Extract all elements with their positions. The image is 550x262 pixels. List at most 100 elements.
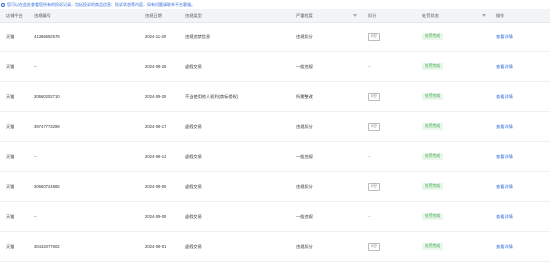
- cell-appeal: 处罚完成: [422, 172, 444, 201]
- cell-points: 0分: [368, 112, 380, 141]
- cell-severity: 违规扣分: [296, 183, 313, 189]
- cell-order-no: 30442077602: [34, 244, 60, 249]
- cell-platform: 天猫: [6, 213, 15, 219]
- cell-order-no: --: [34, 154, 37, 159]
- status-badge: 处罚完成: [422, 63, 444, 70]
- cell-date: 2024-09-09: [145, 214, 167, 219]
- cell-severity: 一般违规: [296, 63, 313, 69]
- table-row: 天猫 -- 2024-09-13 虚假交易 一般违规 -- 处罚完成 查看详情: [0, 142, 550, 172]
- column-header-order-no: 违规编号: [34, 12, 51, 18]
- view-details-link[interactable]: 查看详情: [496, 34, 513, 40]
- cell-points: 0分: [368, 22, 380, 51]
- cell-points: 0分: [368, 82, 380, 111]
- status-badge: 处罚完成: [422, 93, 444, 100]
- column-header-points: 扣分: [368, 12, 377, 18]
- table-row: 天猫 39747773299 2024-09-17 虚假交易 违规扣分 0分 处…: [0, 112, 550, 142]
- status-badge: 处罚完成: [422, 243, 444, 250]
- info-icon: [1, 2, 5, 7]
- cell-action: 查看详情: [496, 22, 513, 51]
- cell-severity: 所需整改: [296, 93, 313, 99]
- cell-order-no: --: [34, 64, 37, 69]
- cell-action: 查看详情: [496, 202, 513, 231]
- status-badge: 处罚完成: [422, 153, 444, 160]
- cell-date: 2024-09-13: [145, 154, 167, 159]
- cell-action: 查看详情: [496, 172, 513, 201]
- cell-severity: 违规扣分: [296, 123, 313, 129]
- view-details-link[interactable]: 查看详情: [496, 94, 513, 100]
- cell-severity: 一般违规: [296, 213, 313, 219]
- cell-action: 查看详情: [496, 112, 513, 141]
- points-badge: 0分: [368, 122, 380, 131]
- points-badge: 0分: [368, 32, 380, 41]
- cell-type: 虚假交易: [185, 183, 202, 189]
- cell-type: 违规违禁信息: [185, 33, 211, 39]
- table-header: 店铺平台 违规编号 违规日期 违规类型 严重程度 扣分 处罚状态 操作: [0, 9, 550, 23]
- cell-type: 虚假交易: [185, 243, 202, 249]
- cell-date: 2024-11-20: [145, 34, 167, 39]
- cell-type: 不当使用他人权利(商标侵权): [185, 93, 239, 99]
- view-details-link[interactable]: 查看详情: [496, 64, 513, 70]
- cell-platform: 天猫: [6, 123, 15, 129]
- points-badge: --: [368, 214, 371, 219]
- table-row: 天猫 41386692579 2024-11-20 违规违禁信息 违规扣分 0分…: [0, 22, 550, 52]
- view-details-link[interactable]: 查看详情: [496, 184, 513, 190]
- cell-platform: 天猫: [6, 183, 15, 189]
- cell-points: --: [368, 142, 371, 171]
- points-badge: 0分: [368, 182, 380, 191]
- cell-points: 0分: [368, 172, 380, 201]
- cell-appeal: 处罚完成: [422, 52, 444, 81]
- points-badge: --: [368, 154, 371, 159]
- cell-points: --: [368, 52, 371, 81]
- cell-points: 0分: [368, 232, 380, 261]
- table-row: 天猫 30660724865 2024-09-09 虚假交易 违规扣分 0分 处…: [0, 172, 550, 202]
- cell-type: 虚假交易: [185, 123, 202, 129]
- status-badge: 处罚完成: [422, 213, 444, 220]
- appeal-filter-icon[interactable]: [482, 13, 486, 17]
- cell-order-no: --: [34, 214, 37, 219]
- column-header-appeal: 处罚状态: [422, 12, 439, 18]
- status-badge: 处罚完成: [422, 123, 444, 130]
- column-header-severity: 严重程度: [296, 12, 313, 18]
- cell-order-no: 41386692579: [34, 34, 60, 39]
- cell-appeal: 处罚完成: [422, 22, 444, 51]
- cell-appeal: 处罚完成: [422, 232, 444, 261]
- points-badge: --: [368, 64, 371, 69]
- cell-action: 查看详情: [496, 142, 513, 171]
- points-badge: 0分: [368, 92, 380, 101]
- cell-order-no: 30660202710: [34, 94, 60, 99]
- view-details-link[interactable]: 查看详情: [496, 244, 513, 250]
- cell-type: 虚假交易: [185, 153, 202, 159]
- cell-appeal: 处罚完成: [422, 112, 444, 141]
- cell-type: 虚假交易: [185, 63, 202, 69]
- cell-platform: 天猫: [6, 153, 15, 159]
- cell-date: 2024-09-26: [145, 64, 167, 69]
- cell-platform: 天猫: [6, 93, 15, 99]
- points-badge: 0分: [368, 242, 380, 251]
- cell-severity: 违规扣分: [296, 243, 313, 249]
- view-details-link[interactable]: 查看详情: [496, 154, 513, 160]
- view-details-link[interactable]: 查看详情: [496, 124, 513, 130]
- cell-severity: 违规扣分: [296, 33, 313, 39]
- table-row: 天猫 -- 2024-09-09 虚假交易 一般违规 -- 处罚完成 查看详情: [0, 202, 550, 232]
- table-row: 天猫 -- 2024-09-26 虚假交易 一般违规 -- 处罚完成 查看详情: [0, 52, 550, 82]
- status-badge: 处罚完成: [422, 183, 444, 190]
- column-header-action: 操作: [496, 12, 505, 18]
- cell-order-no: 39747773299: [34, 124, 60, 129]
- cell-action: 查看详情: [496, 232, 513, 261]
- column-header-date: 违规日期: [145, 12, 162, 18]
- cell-order-no: 30660724865: [34, 184, 60, 189]
- cell-type: 虚假交易: [185, 213, 202, 219]
- notice-text: 您可以在此处查看您所有的投诉记录，包括投诉的商品信息、投诉状态等内容，如有问题请…: [7, 1, 195, 7]
- severity-filter-icon[interactable]: [353, 13, 357, 17]
- cell-appeal: 处罚完成: [422, 142, 444, 171]
- cell-platform: 天猫: [6, 63, 15, 69]
- table-body: 天猫 41386692579 2024-11-20 违规违禁信息 违规扣分 0分…: [0, 22, 550, 262]
- cell-points: --: [368, 202, 371, 231]
- cell-date: 2024-09-09: [145, 184, 167, 189]
- table-row: 天猫 30660202710 2024-09-25 不当使用他人权利(商标侵权)…: [0, 82, 550, 112]
- cell-action: 查看详情: [496, 82, 513, 111]
- cell-date: 2024-09-25: [145, 94, 167, 99]
- cell-date: 2024-09-01: [145, 244, 167, 249]
- view-details-link[interactable]: 查看详情: [496, 214, 513, 220]
- cell-platform: 天猫: [6, 33, 15, 39]
